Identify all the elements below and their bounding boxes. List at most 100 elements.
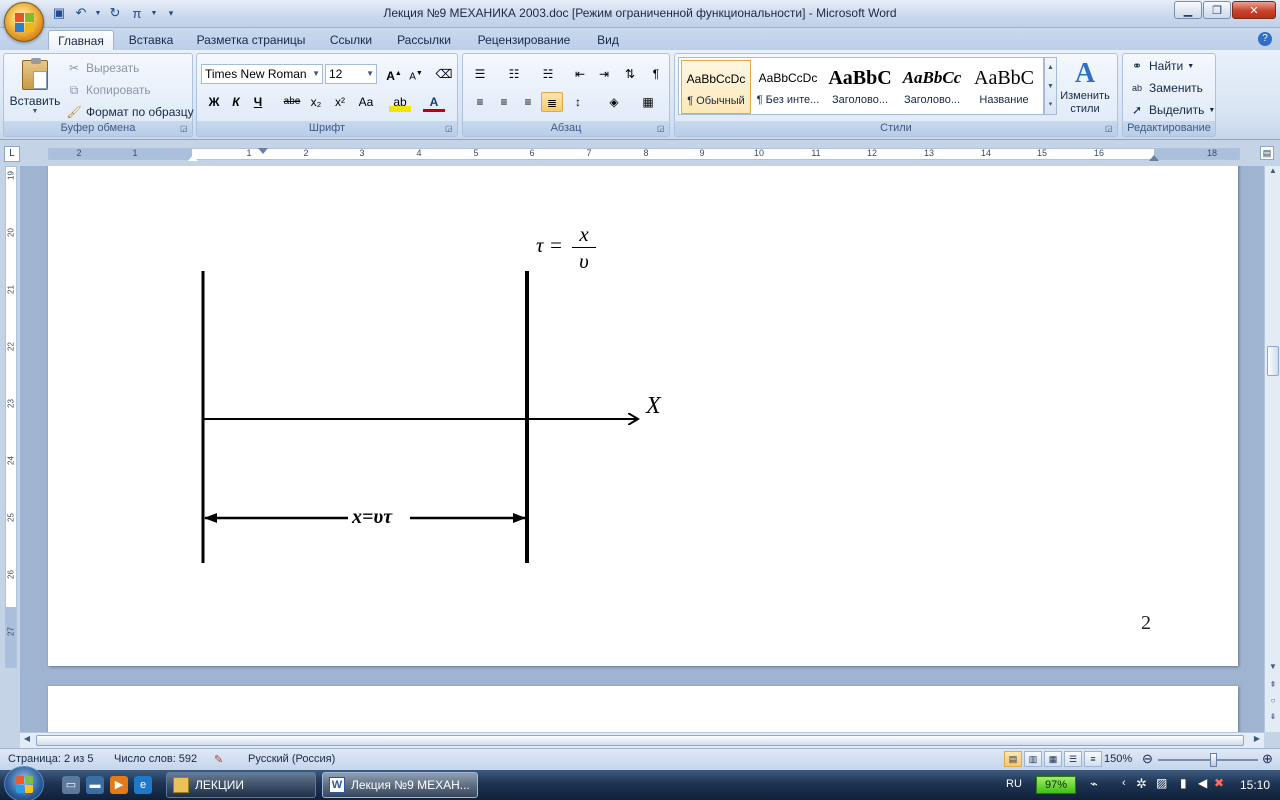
horizontal-thumb[interactable] — [36, 735, 1244, 746]
taskbar-item-folder[interactable]: ЛЕКЦИИ — [166, 772, 316, 798]
tab-view[interactable]: Вид — [590, 30, 626, 50]
media-player-icon[interactable]: ▶ — [110, 776, 128, 794]
align-left-icon[interactable]: ≡ — [469, 92, 491, 112]
font-size-combo[interactable]: 12 ▼ — [325, 64, 377, 84]
view-ruler-icon[interactable]: ▤ — [1260, 146, 1274, 160]
replace-button[interactable]: ab Заменить — [1129, 80, 1203, 96]
tray-app-icon[interactable]: ▨ — [1156, 776, 1167, 790]
scroll-left-icon[interactable]: ◀ — [20, 734, 34, 747]
clipboard-launcher-icon[interactable]: ◲ — [180, 124, 190, 134]
zoom-level[interactable]: 150% — [1104, 753, 1132, 765]
proofing-icon[interactable]: ✎ — [214, 753, 223, 766]
next-document-page[interactable] — [48, 686, 1238, 732]
first-line-indent-marker[interactable] — [258, 148, 268, 154]
shrink-font-icon[interactable]: A▼ — [405, 64, 427, 84]
tab-mailings[interactable]: Рассылки — [390, 30, 458, 50]
horizontal-ruler[interactable]: 2 1 1 2 3 4 5 6 7 8 9 10 11 12 13 14 15 … — [48, 148, 1240, 161]
full-screen-reading-icon[interactable]: ▥ — [1024, 751, 1042, 767]
web-layout-icon[interactable]: ▦ — [1044, 751, 1062, 767]
draft-icon[interactable]: ≡ — [1084, 751, 1102, 767]
language-status[interactable]: Русский (Россия) — [248, 753, 335, 765]
vertical-ruler[interactable]: 19 20 21 22 23 24 25 26 27 — [5, 166, 17, 668]
numbering-icon[interactable]: ☷ — [503, 64, 525, 84]
browse-object-icon[interactable]: ○ — [1267, 696, 1279, 710]
font-color-icon[interactable]: A — [423, 92, 445, 112]
tab-insert[interactable]: Вставка — [120, 30, 182, 50]
previous-page-icon[interactable]: ⇞ — [1267, 680, 1279, 694]
show-marks-icon[interactable]: ¶ — [645, 64, 667, 84]
language-indicator[interactable]: RU — [1006, 778, 1022, 790]
cut-button[interactable]: ✂ Вырезать — [66, 60, 139, 76]
clear-format-icon[interactable]: ⌫ — [433, 64, 455, 84]
tab-references[interactable]: Ссылки — [322, 30, 380, 50]
justify-icon[interactable]: ≣ — [541, 92, 563, 112]
change-case-button[interactable]: Aa — [355, 92, 377, 112]
switch-windows-icon[interactable]: ▭ — [62, 776, 80, 794]
word-count-status[interactable]: Число слов: 592 — [114, 753, 197, 765]
volume-icon[interactable]: ◀ — [1198, 776, 1207, 790]
paragraph-launcher-icon[interactable]: ◲ — [657, 124, 667, 134]
increase-indent-icon[interactable]: ⇥ — [593, 64, 615, 84]
horizontal-scrollbar[interactable]: ◀ ▶ — [20, 732, 1264, 748]
select-button[interactable]: ➚ Выделить ▼ — [1129, 102, 1215, 118]
tab-home[interactable]: Главная — [48, 30, 114, 50]
maximize-button[interactable]: ❐ — [1203, 1, 1231, 19]
style-title[interactable]: AaBbC Название — [969, 60, 1039, 114]
zoom-slider-knob[interactable] — [1210, 753, 1217, 767]
italic-button[interactable]: К — [225, 92, 247, 112]
scrollbar-thumb[interactable] — [1267, 346, 1279, 376]
bullets-icon[interactable]: ☰ — [469, 64, 491, 84]
document-page[interactable]: τ = x υ X x=υτ 2 — [48, 166, 1238, 666]
align-right-icon[interactable]: ≡ — [517, 92, 539, 112]
right-indent-marker[interactable] — [1149, 155, 1159, 161]
tray-warning-icon[interactable]: ✖ — [1214, 776, 1224, 790]
highlight-icon[interactable]: ab — [389, 92, 411, 112]
tab-page-layout[interactable]: Разметка страницы — [190, 30, 312, 50]
strikethrough-button[interactable]: abe — [281, 92, 303, 112]
multilevel-list-icon[interactable]: ☵ — [537, 64, 559, 84]
taskbar-item-word[interactable]: W Лекция №9 МЕХАН... — [322, 772, 478, 798]
copy-button[interactable]: ⧉ Копировать — [66, 82, 151, 98]
start-button[interactable] — [4, 766, 44, 800]
zoom-slider[interactable] — [1158, 753, 1258, 767]
zoom-in-icon[interactable]: ⊕ — [1262, 751, 1273, 767]
zoom-out-icon[interactable]: ⊖ — [1142, 751, 1153, 767]
print-layout-icon[interactable]: ▤ — [1004, 751, 1022, 767]
network-icon[interactable]: ⌁ — [1090, 776, 1098, 792]
borders-icon[interactable]: ▦ — [637, 92, 659, 112]
internet-explorer-icon[interactable]: e — [134, 776, 152, 794]
scroll-right-icon[interactable]: ▶ — [1250, 734, 1264, 747]
align-center-icon[interactable]: ≡ — [493, 92, 515, 112]
vertical-scrollbar[interactable]: ▲ ▼ ⇞ ○ ⇟ — [1264, 166, 1280, 732]
style-normal[interactable]: AaBbCcDc ¶ Обычный — [681, 60, 751, 114]
find-button[interactable]: ⚭ Найти ▼ — [1129, 58, 1194, 74]
left-indent-marker[interactable] — [188, 155, 198, 161]
style-heading-1[interactable]: AaBbC Заголово... — [825, 60, 895, 114]
decrease-indent-icon[interactable]: ⇤ — [569, 64, 591, 84]
change-styles-button[interactable]: A Изменить стили — [1055, 58, 1115, 120]
antivirus-icon[interactable]: ✲ — [1136, 776, 1147, 792]
underline-button[interactable]: Ч — [247, 92, 269, 112]
line-spacing-icon[interactable]: ↕ — [567, 92, 589, 112]
tab-selector-icon[interactable]: L — [4, 146, 20, 162]
scroll-up-icon[interactable]: ▲ — [1267, 166, 1279, 180]
font-name-combo[interactable]: Times New Roman ▼ — [201, 64, 323, 84]
style-no-spacing[interactable]: AaBbCcDc ¶ Без инте... — [753, 60, 823, 114]
close-button[interactable]: ✕ — [1232, 1, 1276, 19]
office-button[interactable] — [4, 2, 44, 42]
scroll-up-icon[interactable]: ▲ — [1045, 58, 1056, 77]
tab-review[interactable]: Рецензирование — [468, 30, 580, 50]
show-desktop-icon[interactable]: ▬ — [86, 776, 104, 794]
grow-font-icon[interactable]: A▲ — [383, 64, 405, 84]
tray-expand-icon[interactable]: ‹ — [1122, 777, 1126, 789]
bold-button[interactable]: Ж — [203, 92, 225, 112]
document-area[interactable]: τ = x υ X x=υτ 2 — [20, 166, 1264, 732]
subscript-button[interactable]: x₂ — [305, 92, 327, 112]
battery-indicator[interactable]: 97% — [1036, 776, 1076, 794]
signal-icon[interactable]: ▮ — [1180, 776, 1187, 790]
help-icon[interactable]: ? — [1258, 32, 1272, 46]
shading-icon[interactable]: ◈ — [603, 92, 625, 112]
paste-button[interactable]: Вставить ▼ — [8, 58, 62, 118]
page-count-status[interactable]: Страница: 2 из 5 — [8, 753, 94, 765]
clock[interactable]: 15:10 — [1240, 778, 1270, 792]
